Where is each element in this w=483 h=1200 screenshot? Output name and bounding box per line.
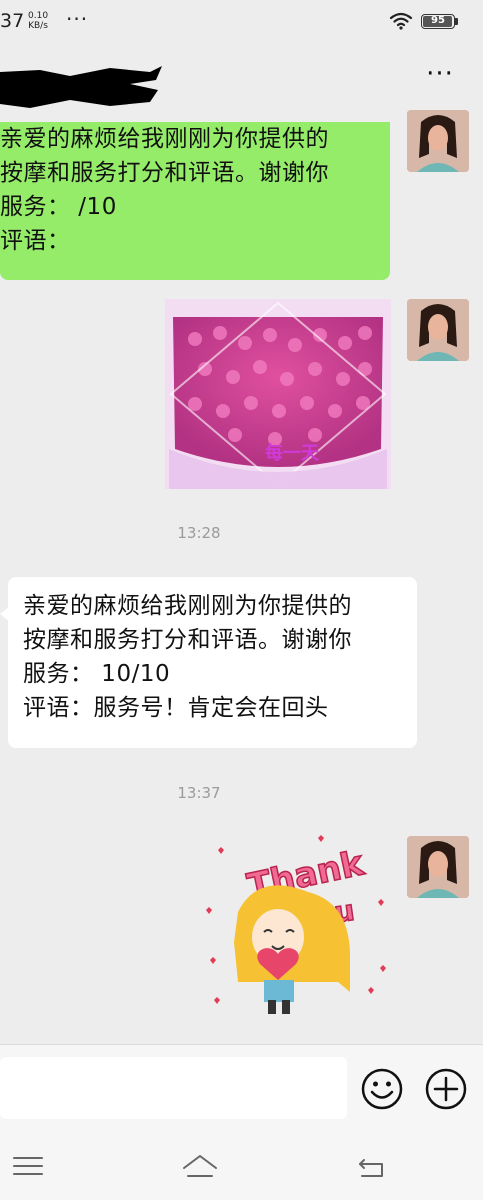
more-functions-button[interactable] xyxy=(424,1067,468,1111)
message-line: 评语： xyxy=(0,228,71,254)
avatar[interactable] xyxy=(407,299,469,361)
emoji-icon xyxy=(361,1068,403,1110)
menu-button[interactable] xyxy=(8,1150,48,1182)
battery-tip xyxy=(455,18,458,25)
thank-you-sticker[interactable]: Thank You xyxy=(198,832,398,1022)
message-line: 亲爱的麻烦给我刚刚为你提供的 xyxy=(23,593,352,619)
message-line: 服务： 10/10 xyxy=(23,661,171,687)
rose-bouquet-image[interactable]: 每一天 xyxy=(165,299,391,489)
message-line: 按摩和服务打分和评语。谢谢你 xyxy=(23,627,352,653)
avatar-image xyxy=(407,299,469,361)
status-bar: 37 0.10 KB/s ··· 95 xyxy=(0,0,483,44)
thank-you-sticker-art: Thank You xyxy=(206,835,386,1014)
avatar-image xyxy=(407,110,469,172)
avatar[interactable] xyxy=(407,836,469,898)
plus-icon xyxy=(425,1068,467,1110)
received-message-bubble[interactable]: 亲爱的麻烦给我刚刚为你提供的 按摩和服务打分和评语。谢谢你 服务： 10/10 … xyxy=(8,577,417,748)
system-nav-bar xyxy=(0,1132,483,1200)
message-timestamp: 13:37 xyxy=(177,784,221,802)
chat-header: ··· xyxy=(0,44,483,120)
battery-level: 95 xyxy=(431,15,445,26)
avatar[interactable] xyxy=(407,110,469,172)
network-speed: 0.10 KB/s xyxy=(28,11,48,31)
network-speed-value: 0.10 xyxy=(28,11,49,21)
message-line: 服务： /10 xyxy=(0,194,117,220)
battery-icon: 95 xyxy=(421,14,455,29)
image-caption: 每一天 xyxy=(265,442,320,464)
more-options-button[interactable]: ··· xyxy=(420,61,460,94)
status-time: 37 xyxy=(0,10,25,32)
rose-bouquet-picture: 每一天 xyxy=(165,299,391,489)
message-line: 按摩和服务打分和评语。谢谢你 xyxy=(0,160,329,186)
home-button[interactable] xyxy=(180,1150,220,1182)
message-timestamp: 13:28 xyxy=(177,524,221,542)
back-icon xyxy=(359,1159,383,1177)
sent-message-bubble[interactable]: 亲爱的麻烦给我刚刚为你提供的 按摩和服务打分和评语。谢谢你 服务： /10 评语… xyxy=(0,122,390,280)
home-icon xyxy=(183,1155,217,1177)
message-line: 亲爱的麻烦给我刚刚为你提供的 xyxy=(0,126,329,152)
wifi-icon xyxy=(389,12,413,30)
message-line: 评语：服务号！肯定会在回头 xyxy=(23,695,329,721)
network-speed-unit: KB/s xyxy=(28,21,48,31)
redacted-chat-title xyxy=(0,66,162,108)
message-input[interactable] xyxy=(0,1057,347,1119)
avatar-image xyxy=(407,836,469,898)
menu-icon xyxy=(13,1157,43,1175)
emoji-button[interactable] xyxy=(360,1067,404,1111)
status-overflow: ··· xyxy=(66,7,89,31)
back-button[interactable] xyxy=(352,1150,392,1182)
message-input-bar xyxy=(0,1044,483,1133)
